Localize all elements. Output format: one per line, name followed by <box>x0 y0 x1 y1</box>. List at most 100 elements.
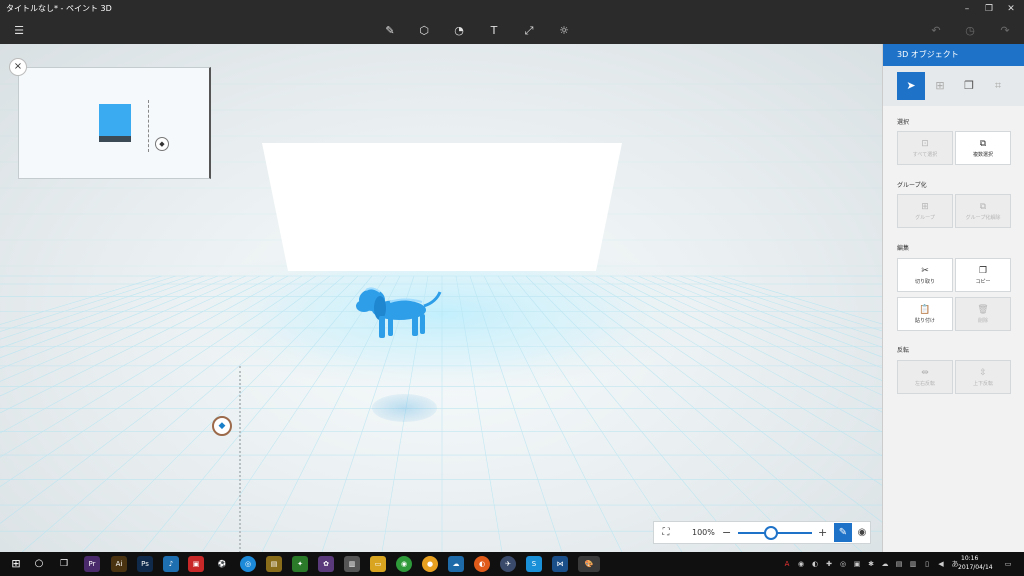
onedrive-icon[interactable]: ☁ <box>880 559 890 569</box>
flip-vertical-label: 上下反転 <box>972 381 993 387</box>
close-icon[interactable]: ✕ <box>1002 0 1020 18</box>
history-icon[interactable]: ◷ <box>961 22 979 40</box>
notifications-icon[interactable]: ▭ <box>1003 559 1013 569</box>
paste-label: 貼り付け <box>914 318 935 324</box>
cube-preview-shadow <box>99 136 131 142</box>
system-tray: A ◉ ◐ ✚ ◎ ▣ ✱ ☁ ▤ ▥ ▯ ◀ あ <box>770 552 970 576</box>
select-all-button[interactable]: ⊡ すべて選択 <box>897 131 953 165</box>
illustrator-icon[interactable]: Ai <box>111 556 127 572</box>
tray-icon-6[interactable]: ▤ <box>894 559 904 569</box>
section-title-select: 選択 <box>897 119 910 126</box>
zoom-out-button[interactable]: − <box>722 522 731 544</box>
paste-icon[interactable]: ❐ <box>955 72 983 100</box>
stickers-icon[interactable]: ◔ <box>450 22 468 40</box>
app-icon-5[interactable]: ✦ <box>292 556 308 572</box>
app-icon-8[interactable]: ● <box>422 556 438 572</box>
trash-icon: 🗑 <box>977 305 989 315</box>
3d-shapes-icon[interactable]: ⬡ <box>415 22 433 40</box>
app-icon-11[interactable]: ✈ <box>500 556 516 572</box>
flip-horizontal-button[interactable]: ⇹ 左右反転 <box>897 360 953 394</box>
multi-select-icon: ⧉ <box>979 139 987 149</box>
cut-button[interactable]: ✂ 切り取り <box>897 258 953 292</box>
ungroup-button[interactable]: ⧉ グループ化解除 <box>955 194 1011 228</box>
windows-start-icon[interactable]: ⊞ <box>8 556 24 572</box>
clock-time[interactable]: 10:16 <box>961 555 978 562</box>
delete-label: 削除 <box>977 318 988 324</box>
tray-icon-1[interactable]: ◉ <box>796 559 806 569</box>
undo-icon[interactable]: ↶ <box>927 22 945 40</box>
eye-icon[interactable]: ◉ <box>853 523 871 542</box>
windows-taskbar: ⊞ ○ ❒ Pr Ai Ps ♪ ▣ ⚽ ◎ ▤ ✦ ✿ ▥ ▭ ◉ ● ☁ ◐… <box>0 552 1024 576</box>
multi-select-label: 複数選択 <box>972 152 993 158</box>
redo-icon[interactable]: ↷ <box>996 22 1014 40</box>
brush-icon[interactable]: ✎ <box>381 22 399 40</box>
zoom-in-button[interactable]: + <box>818 522 827 544</box>
tray-icon-4[interactable]: ◎ <box>838 559 848 569</box>
multi-select-button[interactable]: ⧉ 複数選択 <box>955 131 1011 165</box>
app-icon-1[interactable]: ♪ <box>163 556 179 572</box>
delete-button[interactable]: 🗑 削除 <box>955 297 1011 331</box>
paste-button[interactable]: 📋 貼り付け <box>897 297 953 331</box>
select-all-icon: ⊡ <box>921 139 929 149</box>
cortana-icon[interactable]: ○ <box>31 556 47 572</box>
app-icon-10[interactable]: ◐ <box>474 556 490 572</box>
group-button[interactable]: ⊞ グループ <box>897 194 953 228</box>
acrobat-tray-icon[interactable]: A <box>782 559 792 569</box>
volume-icon[interactable]: ◀ <box>936 559 946 569</box>
paint-3d-taskbar-icon[interactable]: 🎨 <box>578 556 600 572</box>
skype-icon[interactable]: S <box>526 556 542 572</box>
preview-depth-handle[interactable]: ◆ <box>155 137 169 151</box>
window-title: タイトルなし* - ペイント 3D <box>6 4 112 13</box>
app-icon-9[interactable]: ☁ <box>448 556 464 572</box>
tray-icon-7[interactable]: ▥ <box>908 559 918 569</box>
task-view-icon[interactable]: ❒ <box>56 556 72 572</box>
app-icon-6[interactable]: ✿ <box>318 556 334 572</box>
flip-vertical-button[interactable]: ⇳ 上下反転 <box>955 360 1011 394</box>
soccer-ball-icon[interactable]: ⚽ <box>214 556 230 572</box>
visual-studio-icon[interactable]: ⋈ <box>552 556 568 572</box>
group-label: グループ <box>915 215 935 221</box>
cube-preview <box>99 104 131 136</box>
minimize-icon[interactable]: – <box>958 0 976 18</box>
crop-icon[interactable]: ⌗ <box>984 72 1012 100</box>
network-icon[interactable]: ▯ <box>922 559 932 569</box>
chrome-icon[interactable]: ◉ <box>396 556 412 572</box>
app-icon-7[interactable]: ▥ <box>344 556 360 572</box>
zoom-percentage: 100% <box>692 528 715 537</box>
dog-3d-model[interactable] <box>350 282 445 340</box>
section-title-flip: 反転 <box>897 347 910 354</box>
hamburger-menu-icon[interactable]: ☰ <box>10 22 28 40</box>
copy-label: コピー <box>975 279 991 285</box>
fit-to-window-icon[interactable]: ⛶ <box>658 525 674 541</box>
bluetooth-icon[interactable]: ✱ <box>866 559 876 569</box>
copy-button[interactable]: ❐ コピー <box>955 258 1011 292</box>
photoshop-icon[interactable]: Ps <box>137 556 153 572</box>
copy-icon: ❐ <box>978 266 988 276</box>
3d-objects-panel: 3D オブジェクト ➤ ⊞ ❐ ⌗ 選択 ⊡ すべて選択 ⧉ 複数選択 グループ… <box>882 44 1024 552</box>
app-icon-2[interactable]: ▣ <box>188 556 204 572</box>
restore-icon[interactable]: ❐ <box>980 0 998 18</box>
preview-depth-axis <box>148 100 149 152</box>
depth-rotation-handle[interactable]: ◆ <box>212 416 232 436</box>
add-3d-icon[interactable]: ⊞ <box>926 72 954 100</box>
select-icon[interactable]: ➤ <box>897 72 925 100</box>
flip-horizontal-icon: ⇹ <box>921 368 929 378</box>
tray-icon-3[interactable]: ✚ <box>824 559 834 569</box>
zoom-slider-thumb[interactable] <box>764 526 779 540</box>
text-icon[interactable]: T <box>485 22 503 40</box>
ungroup-label: グループ化解除 <box>965 215 1001 221</box>
effects-icon[interactable]: ☼ <box>555 22 573 40</box>
tray-icon-5[interactable]: ▣ <box>852 559 862 569</box>
white-canvas-plane[interactable] <box>262 143 622 271</box>
app-icon-4[interactable]: ▤ <box>266 556 282 572</box>
premiere-icon[interactable]: Pr <box>84 556 100 572</box>
pen-icon[interactable]: ✎ <box>834 523 852 542</box>
file-explorer-icon[interactable]: ▭ <box>370 556 386 572</box>
tray-icon-2[interactable]: ◐ <box>810 559 820 569</box>
close-preview-button[interactable]: × <box>9 58 27 76</box>
clock-date[interactable]: 2017/04/14 <box>958 564 993 571</box>
app-icon-3[interactable]: ◎ <box>240 556 256 572</box>
canvas-icon[interactable]: ⤢ <box>520 22 538 40</box>
ungroup-icon: ⧉ <box>979 202 987 212</box>
panel-title: 3D オブジェクト <box>883 44 1024 66</box>
